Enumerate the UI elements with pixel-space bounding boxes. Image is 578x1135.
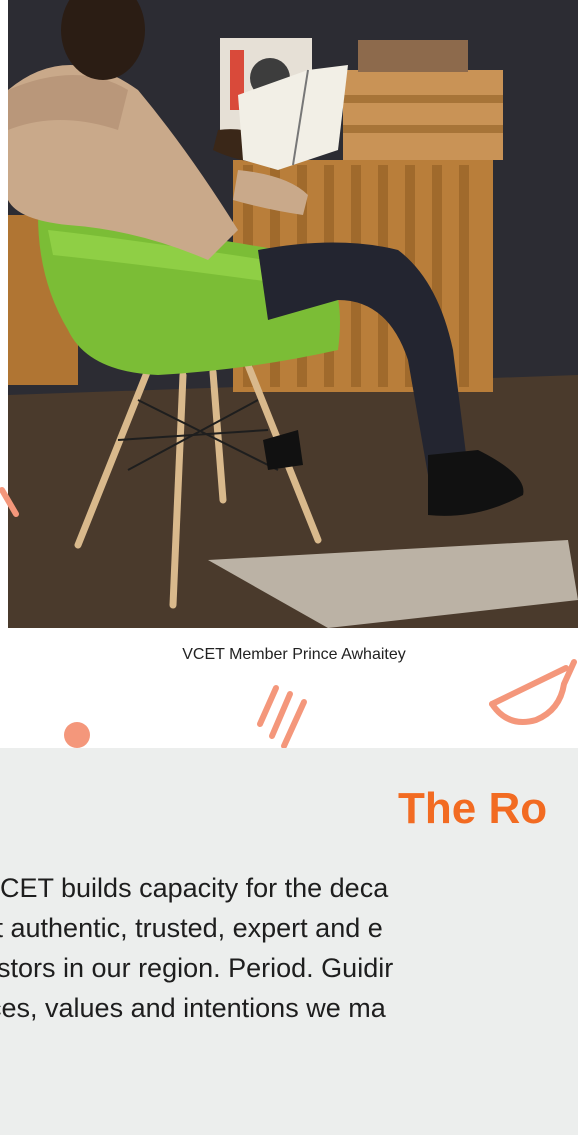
section-title: The Ro [398, 784, 548, 833]
orange-slash-decoration [0, 487, 19, 517]
body-line: VCET builds capacity for the deca [0, 873, 389, 903]
half-circle-decoration [489, 659, 577, 725]
role-section: The Ro VCET builds capacity for the deca… [0, 748, 578, 1135]
body-line: estors in our region. Period. Guidir [0, 953, 394, 983]
orange-dot-decoration [64, 722, 90, 748]
section-body: VCET builds capacity for the deca st aut… [0, 868, 578, 1028]
member-photo [8, 0, 578, 628]
body-line: ices, values and intentions we ma [0, 993, 386, 1023]
photo-illustration [8, 0, 578, 628]
body-line: st authentic, trusted, expert and e [0, 913, 383, 943]
triple-slash-decoration [257, 685, 307, 749]
